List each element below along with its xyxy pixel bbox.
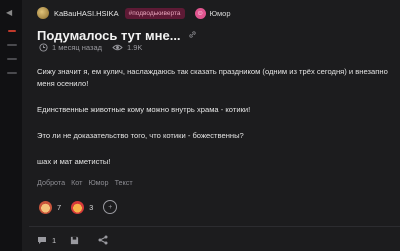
comments-count: 1: [52, 235, 57, 245]
author-badge: #подводькиверта: [124, 7, 185, 19]
post-footer: 1: [37, 235, 127, 245]
post-paragraph: Единственные животные кому можно внутрь …: [37, 105, 251, 114]
author-name[interactable]: KaBauHASI.HSIKA: [54, 9, 119, 18]
comments-button[interactable]: 1: [37, 236, 56, 245]
reaction-count: 7: [57, 202, 62, 212]
tag-link[interactable]: Кот: [71, 178, 82, 187]
link-icon[interactable]: [188, 26, 197, 44]
author-avatar[interactable]: [37, 7, 49, 19]
post-title[interactable]: Подумалось тут мне...: [37, 28, 181, 43]
category-link[interactable]: Юмор: [210, 9, 231, 18]
post-paragraph: Сижу значит я, ем кулич, наслаждаюсь так…: [37, 67, 388, 88]
post-meta: 1 месяц назад 1.9K: [39, 43, 142, 52]
tag-list: Доброта Кот Юмор Текст: [37, 178, 139, 187]
post-header: KaBauHASI.HSIKA #подводькиверта ☺ Юмор: [37, 6, 231, 20]
sidebar-marker: [7, 58, 17, 60]
reaction-button[interactable]: 7: [39, 200, 62, 214]
sidebar-marker: [7, 72, 17, 74]
post-card: KaBauHASI.HSIKA #подводькиверта ☺ Юмор П…: [29, 0, 400, 251]
title-row: Подумалось тут мне...: [37, 26, 197, 44]
tag-link[interactable]: Текст: [115, 178, 133, 187]
eye-icon: [112, 44, 123, 51]
category-icon[interactable]: ☺: [194, 7, 206, 19]
tag-link[interactable]: Юмор: [88, 178, 108, 187]
tag-link[interactable]: Доброта: [37, 178, 65, 187]
cat-emoji-icon: [39, 200, 52, 214]
share-icon: [98, 235, 108, 245]
sidebar-marker: [8, 30, 16, 32]
clock-icon: [39, 43, 48, 52]
save-button[interactable]: [70, 236, 84, 245]
post-time: 1 месяц назад: [52, 43, 102, 52]
heart-eyes-emoji-icon: [71, 200, 85, 214]
share-button[interactable]: [98, 235, 113, 245]
divider: [29, 226, 400, 227]
comment-icon: [38, 236, 46, 244]
views-count: 1.9K: [127, 43, 143, 52]
sidebar-marker: [7, 44, 17, 46]
post-paragraph: шах и мат аметисты!: [37, 157, 111, 166]
post-paragraph: Это ли не доказательство того, что котик…: [37, 131, 244, 140]
sidebar-strip: ◀: [0, 0, 22, 251]
save-icon: [71, 236, 79, 244]
chevron-left-icon[interactable]: ◀: [6, 8, 12, 17]
reaction-count: 3: [89, 202, 94, 212]
reactions-bar: 7 3 +: [39, 200, 118, 214]
reaction-button[interactable]: 3: [71, 200, 94, 214]
add-reaction-icon[interactable]: +: [103, 200, 118, 214]
